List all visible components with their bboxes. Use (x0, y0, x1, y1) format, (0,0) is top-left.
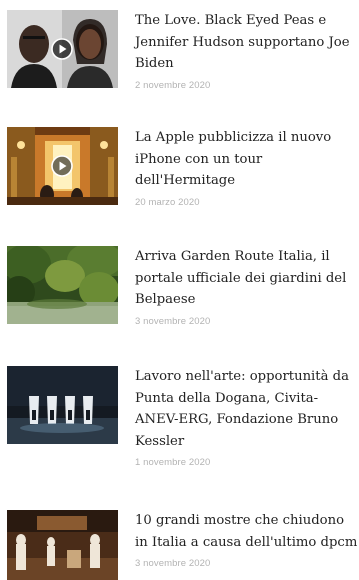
article-title-line[interactable]: Arriva Garden Route Italia, il (135, 246, 359, 268)
article-text: Lavoro nell'arte: opportunità da Punta d… (135, 366, 359, 468)
article-title-line[interactable]: iPhone con un tour (135, 149, 359, 171)
article-text: 10 grandi mostre che chiudono in Italia … (135, 510, 359, 569)
article-thumbnail[interactable] (7, 127, 118, 205)
exhibition-photo-image (7, 366, 118, 444)
article-date: 3 novembre 2020 (135, 315, 211, 327)
article-text: The Love. Black Eyed Peas e Jennifer Hud… (135, 10, 359, 91)
article-date: 2 novembre 2020 (135, 79, 211, 91)
article-date: 20 marzo 2020 (135, 196, 200, 208)
related-articles-list: The Love. Black Eyed Peas e Jennifer Hud… (0, 0, 359, 580)
article-title-line[interactable]: Biden (135, 53, 359, 75)
article-thumbnail[interactable] (7, 366, 118, 444)
garden-photo-image (7, 246, 118, 324)
article-thumbnail[interactable] (7, 10, 118, 88)
article-title-line[interactable]: 10 grandi mostre che chiudono (135, 510, 359, 532)
article-title-line[interactable]: Lavoro nell'arte: opportunità da (135, 366, 359, 388)
play-icon[interactable] (51, 38, 73, 60)
article-title-line[interactable]: dell'Hermitage (135, 170, 359, 192)
article-text: La Apple pubblicizza il nuovo iPhone con… (135, 127, 359, 208)
article-title-line[interactable]: La Apple pubblicizza il nuovo (135, 127, 359, 149)
article-date: 3 novembre 2020 (135, 558, 211, 569)
article-title-line[interactable]: The Love. Black Eyed Peas e (135, 10, 359, 32)
article-title-line[interactable]: Jennifer Hudson supportano Joe (135, 32, 359, 54)
article-title-line[interactable]: in Italia a causa dell'ultimo dpcm (135, 532, 359, 554)
museum-photo-image (7, 510, 118, 580)
article-title-line[interactable]: portale ufficiale dei giardini del (135, 268, 359, 290)
article-date: 1 novembre 2020 (135, 457, 211, 468)
article-thumbnail[interactable] (7, 246, 118, 324)
article-title-line[interactable]: ANEV-ERG, Fondazione Bruno (135, 409, 359, 431)
play-icon[interactable] (51, 155, 73, 177)
article-title-line[interactable]: Kessler (135, 431, 359, 453)
article-thumbnail[interactable] (7, 510, 118, 580)
article-text: Arriva Garden Route Italia, il portale u… (135, 246, 359, 327)
article-title-line[interactable]: Punta della Dogana, Civita- (135, 388, 359, 410)
article-title-line[interactable]: Belpaese (135, 289, 359, 311)
